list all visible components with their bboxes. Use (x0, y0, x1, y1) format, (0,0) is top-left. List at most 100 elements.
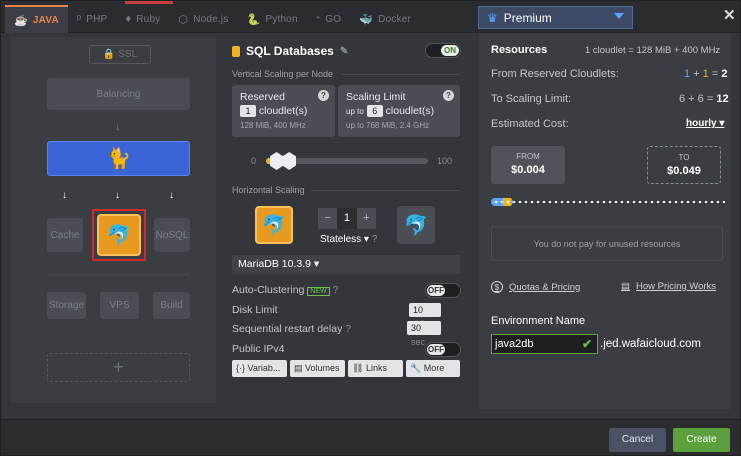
public-ipv4-toggle[interactable]: OFF (425, 342, 461, 357)
limit-input[interactable]: 6 (366, 105, 383, 117)
document-icon: ▤ (621, 281, 630, 292)
region-select[interactable]: ♛ Premium (478, 6, 633, 29)
increment-button[interactable]: + (356, 208, 376, 229)
close-icon[interactable]: ✕ (723, 6, 736, 24)
crown-icon: ♛ (487, 10, 498, 25)
resources-title: Resources (491, 44, 548, 56)
tab-label: GO (325, 13, 342, 25)
cancel-button[interactable]: Cancel (609, 428, 666, 452)
nosql-block[interactable]: NoSQL (154, 218, 190, 252)
ruby-icon: ♦ (125, 13, 132, 25)
estimated-cost-label: Estimated Cost: (491, 118, 569, 130)
to-price: $0.049 (667, 165, 701, 177)
new-environment-dialog: ☕ JAVA ᵖ PHP ♦ Ruby ⬡ Node.js 🐍 Python ᐩ GO 🐳 D… (0, 0, 741, 456)
reserved-handle[interactable] (269, 152, 284, 170)
more-button[interactable]: 🔧 More (406, 360, 460, 377)
version-label: MariaDB 10.3.9 (238, 258, 311, 270)
toggle-label: ON (441, 45, 459, 56)
scaling-mode-label: Stateless (320, 234, 362, 245)
reserved-input[interactable]: 1 (240, 105, 256, 117)
tab-go[interactable]: ᐩ GO (307, 5, 350, 33)
wrench-icon: 🔧 (410, 363, 422, 373)
node-count[interactable]: 1 (337, 208, 357, 229)
tab-label: Python (265, 13, 298, 25)
divider (311, 190, 460, 191)
selected-sql-node[interactable]: 🐬 (92, 209, 146, 261)
php-icon: ᵖ (76, 13, 82, 25)
limit-title: Scaling Limit (346, 91, 406, 103)
tab-nodejs[interactable]: ⬡ Node.js (169, 5, 237, 33)
disk-value: 10 (413, 305, 424, 315)
restart-value: 30 (411, 323, 422, 333)
pencil-icon[interactable]: ✎ (340, 46, 348, 57)
help-icon: ? (371, 234, 378, 245)
create-button[interactable]: Create (673, 428, 730, 452)
mariadb-node-icon: 🐬 (255, 206, 293, 244)
java-icon: ☕ (14, 14, 28, 27)
disk-limit-input[interactable]: 10 GB (409, 303, 441, 329)
add-layer-button[interactable]: + (47, 353, 190, 382)
how-pricing-works-link[interactable]: ▤ How Pricing Works (621, 281, 716, 292)
disk-limit-label: Disk Limit (232, 304, 278, 316)
auto-clustering-label: Auto-Clustering (232, 284, 305, 296)
quotas-label: Quotas & Pricing (509, 281, 581, 293)
more-label: More (423, 363, 445, 373)
build-block[interactable]: Build (153, 292, 190, 319)
storage-block[interactable]: Storage (47, 292, 86, 319)
help-icon[interactable]: ? (443, 90, 454, 101)
build-label: Build (160, 300, 183, 311)
decrement-button[interactable]: − (318, 208, 338, 229)
region-label: Premium (503, 10, 552, 25)
vps-block[interactable]: VPS (100, 292, 139, 319)
help-icon[interactable]: ? (318, 90, 329, 101)
unused-resources-text: You do not pay for unused resources (533, 239, 681, 249)
new-badge: NEW (307, 287, 330, 296)
limit-unit: cloudlet(s) (385, 105, 435, 117)
tab-docker[interactable]: 🐳 Docker (350, 5, 420, 33)
ssl-toggle[interactable]: 🔒 SSL (89, 45, 151, 64)
public-ipv4-label: Public IPv4 (232, 343, 285, 355)
reserved-sub: 128 MiB, 400 MHz (240, 121, 306, 130)
auto-clustering-toggle[interactable]: OFF (425, 283, 461, 298)
add-node-ghost-icon[interactable]: 🐬 (397, 206, 435, 244)
to-limit-label: To Scaling Limit: (491, 93, 572, 105)
restart-delay-row: Sequential restart delay ? (232, 323, 351, 335)
limit-handle[interactable] (282, 152, 297, 170)
cache-block[interactable]: Cache (47, 218, 83, 252)
tab-python[interactable]: 🐍 Python (238, 5, 307, 33)
mariadb-icon: 🐬 (97, 214, 141, 256)
database-icon (232, 45, 240, 57)
ssl-label: SSL (118, 49, 138, 60)
restart-delay-input[interactable]: 30 sec (407, 321, 441, 347)
tab-label: PHP (86, 13, 108, 25)
version-select[interactable]: MariaDB 10.3.9 ▾ (232, 255, 460, 274)
tab-ruby[interactable]: ♦ Ruby (116, 5, 169, 33)
period-select[interactable]: hourly ▾ (686, 118, 724, 129)
vertical-scaling-label: Vertical Scaling per Node (232, 69, 334, 79)
balancing-block[interactable]: Balancing (47, 78, 190, 110)
divider (341, 74, 460, 75)
links-button[interactable]: ⛓ Links (348, 360, 403, 377)
volumes-button[interactable]: ▤ Volumes (290, 360, 345, 377)
tab-java[interactable]: ☕ JAVA (5, 5, 68, 33)
node-count-stepper[interactable]: − 1 + (318, 208, 376, 229)
quotas-pricing-link[interactable]: $ Quotas & Pricing (491, 281, 580, 293)
engine-tabs: ☕ JAVA ᵖ PHP ♦ Ruby ⬡ Node.js 🐍 Python ᐩ GO 🐳 D… (5, 1, 420, 33)
from-reserved-label: From Reserved Cloudlets: (491, 68, 619, 80)
tab-label: Ruby (136, 13, 161, 25)
variables-label: Variab... (247, 363, 281, 373)
layer-toggle[interactable]: ON (425, 43, 461, 58)
load-balancer-node[interactable]: 🐈 (47, 141, 190, 176)
variables-button[interactable]: {·} Variab... (232, 360, 287, 377)
from-total: 2 (721, 68, 728, 80)
scaling-mode-select[interactable]: Stateless ▾ ? (320, 234, 377, 245)
cost-to-box: TO $0.049 (647, 146, 721, 184)
from-cap: FROM (516, 152, 540, 161)
tab-php[interactable]: ᵖ PHP (68, 5, 117, 33)
storage-label: Storage (48, 300, 85, 311)
slider-max: 100 (437, 156, 453, 166)
arrow-down-icon: ↓ (62, 190, 67, 201)
help-icon: ? (345, 323, 352, 335)
environment-name-label: Environment Name (491, 315, 586, 327)
link-icon: ⛓ (352, 363, 364, 373)
